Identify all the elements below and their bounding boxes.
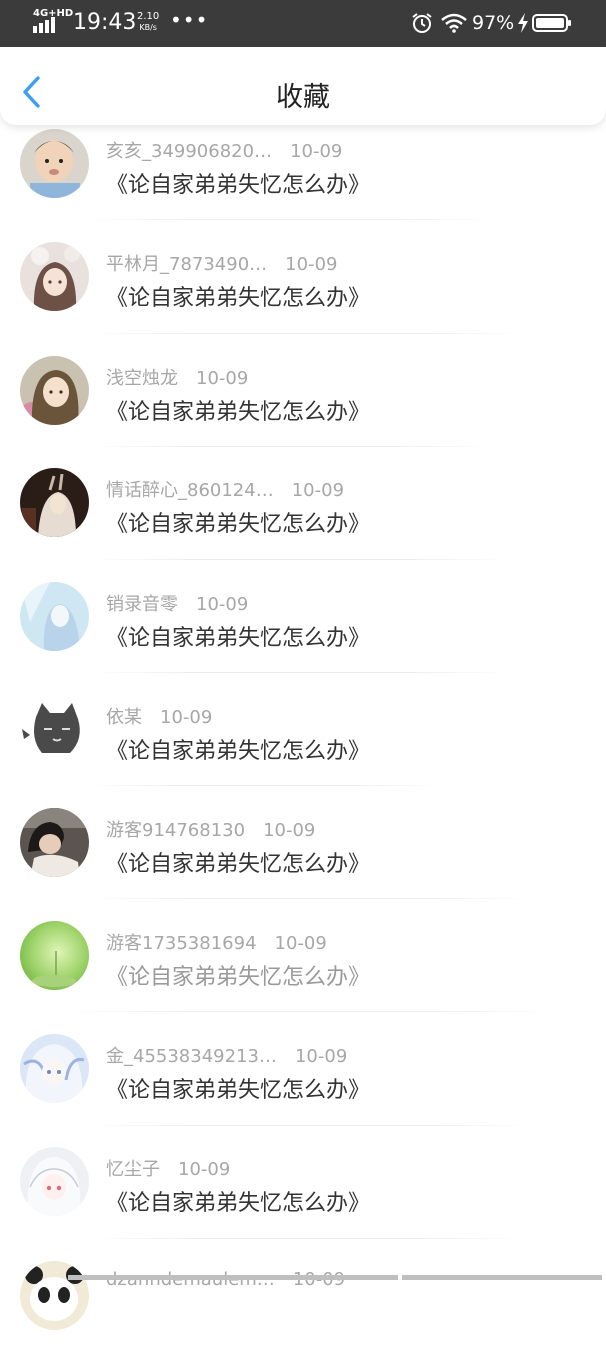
avatar[interactable] [20, 1261, 89, 1330]
username[interactable]: 依某 [106, 707, 142, 728]
item-meta: 亥亥_349906820… 10-09 [106, 137, 342, 163]
clock: 19:43 [73, 10, 137, 35]
username[interactable]: 亥亥_349906820… [106, 141, 272, 162]
item-meta: 游客914768130 10-09 [106, 816, 315, 842]
divider [90, 785, 440, 786]
item-meta: 依某 10-09 [106, 703, 212, 729]
item-title[interactable]: 《论自家弟弟失忆怎么办》 [106, 846, 370, 878]
speed-value: 2.10 [137, 11, 160, 22]
date: 10-09 [196, 368, 249, 389]
divider [90, 672, 510, 673]
avatar[interactable] [20, 582, 89, 651]
username[interactable]: 平林月_7873490… [106, 254, 267, 275]
date: 10-09 [196, 594, 249, 615]
item-title[interactable]: 《论自家弟弟失忆怎么办》 [106, 620, 370, 652]
divider [90, 559, 510, 560]
item-title[interactable]: 《论自家弟弟失忆怎么办》 [106, 959, 370, 991]
item-title[interactable]: 《论自家弟弟失忆怎么办》 [106, 1072, 370, 1104]
list-item[interactable]: 浅空烛龙 10-09 《论自家弟弟失忆怎么办》 [0, 351, 606, 464]
date: 10-09 [285, 254, 338, 275]
battery-percent: 97% [472, 12, 515, 34]
item-title[interactable]: 《论自家弟弟失忆怎么办》 [106, 733, 370, 765]
divider [70, 1011, 550, 1012]
list-item[interactable]: 游客914768130 10-09 《论自家弟弟失忆怎么办》 [0, 803, 606, 916]
username[interactable]: 忆尘子 [106, 1159, 160, 1180]
divider [90, 1125, 530, 1126]
status-bar: 4G+HD 19:43 2.10 KB/s ••• 97% [0, 0, 606, 47]
item-title[interactable]: 《论自家弟弟失忆怎么办》 [106, 1185, 370, 1217]
item-meta: 平林月_7873490… 10-09 [106, 250, 337, 276]
more-notifications-icon: ••• [170, 8, 209, 32]
username[interactable]: 金_45538349213… [106, 1046, 277, 1067]
signal-icon [33, 17, 55, 33]
list-item[interactable]: 情话醉心_860124… 10-09 《论自家弟弟失忆怎么办》 [0, 464, 606, 577]
nav-header: 收藏 [0, 47, 606, 125]
list-item[interactable]: 忆尘子 10-09 《论自家弟弟失忆怎么办》 [0, 1142, 606, 1255]
alarm-icon [412, 13, 432, 33]
item-meta: 浅空烛龙 10-09 [106, 364, 248, 390]
list-item[interactable]: 金_45538349213… 10-09 《论自家弟弟失忆怎么办》 [0, 1029, 606, 1142]
wifi-icon [441, 13, 467, 33]
network-speed: 2.10 KB/s [137, 11, 159, 33]
username[interactable]: 游客914768130 [106, 820, 245, 841]
avatar[interactable] [20, 242, 89, 311]
avatar[interactable] [20, 468, 89, 537]
divider [90, 898, 530, 899]
page-title: 收藏 [276, 82, 330, 113]
list-item[interactable]: 游客1735381694 10-09 《论自家弟弟失忆怎么办》 [0, 916, 606, 1029]
date: 10-09 [160, 707, 213, 728]
divider [90, 333, 520, 334]
item-meta: 情话醉心_860124… 10-09 [106, 476, 344, 502]
date: 10-09 [291, 480, 345, 501]
item-meta: 销录音零 10-09 [106, 590, 248, 616]
item-meta: 游客1735381694 10-09 [106, 929, 327, 955]
list-item[interactable]: 平林月_7873490… 10-09 《论自家弟弟失忆怎么办》 [0, 238, 606, 351]
date: 10-09 [178, 1159, 231, 1180]
avatar[interactable] [20, 695, 89, 764]
list-item[interactable]: dzanndemaulem…10-09 [0, 1255, 606, 1368]
list-item[interactable]: 亥亥_349906820… 10-09 《论自家弟弟失忆怎么办》 [0, 125, 606, 238]
avatar[interactable] [20, 1034, 89, 1103]
username[interactable]: 情话醉心_860124… [106, 480, 274, 501]
bottom-bar-left [68, 1275, 398, 1280]
avatar[interactable] [20, 129, 89, 198]
divider [90, 1238, 520, 1239]
divider [90, 219, 490, 220]
speed-unit: KB/s [139, 23, 157, 32]
list-item[interactable]: 销录音零 10-09 《论自家弟弟失忆怎么办》 [0, 577, 606, 690]
avatar[interactable] [20, 356, 89, 425]
date: 10-09 [290, 141, 343, 162]
username[interactable]: 游客1735381694 [106, 933, 257, 954]
item-title[interactable]: 《论自家弟弟失忆怎么办》 [106, 506, 370, 538]
item-title[interactable]: 《论自家弟弟失忆怎么办》 [106, 394, 370, 426]
charging-icon [518, 13, 528, 33]
avatar[interactable] [20, 921, 89, 990]
item-title[interactable]: 《论自家弟弟失忆怎么办》 [106, 167, 370, 199]
date: 10-09 [263, 820, 316, 841]
item-meta: 金_45538349213… 10-09 [106, 1042, 347, 1068]
item-title[interactable]: 《论自家弟弟失忆怎么办》 [106, 280, 370, 312]
date: 10-09 [274, 933, 327, 954]
bottom-bar-right [402, 1275, 602, 1280]
list-item[interactable]: 依某 10-09 《论自家弟弟失忆怎么办》 [0, 690, 606, 803]
battery-icon [532, 14, 571, 32]
avatar[interactable] [20, 808, 89, 877]
date: 10-09 [294, 1046, 348, 1067]
divider [90, 446, 490, 447]
avatar[interactable] [20, 1147, 89, 1216]
username[interactable]: 浅空烛龙 [106, 368, 178, 389]
item-meta: 忆尘子 10-09 [106, 1155, 230, 1181]
username[interactable]: 销录音零 [106, 594, 178, 615]
